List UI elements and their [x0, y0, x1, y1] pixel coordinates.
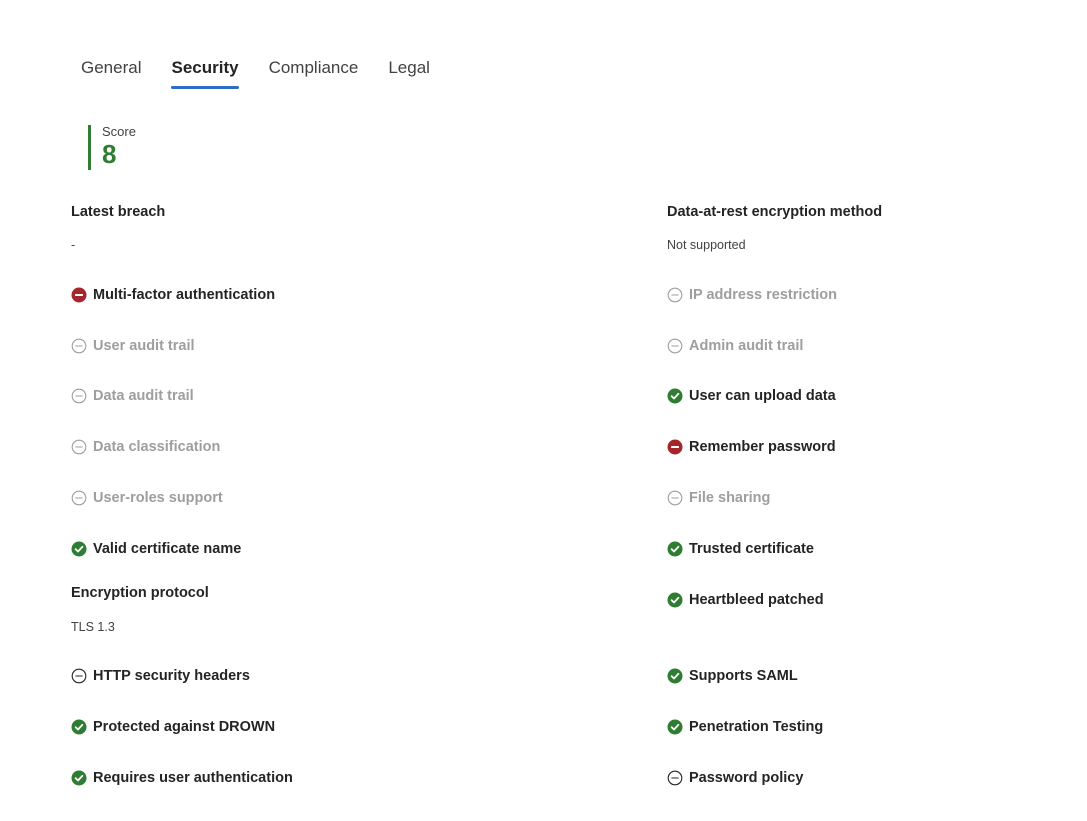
security-item-penetration-testing: Penetration Testing — [667, 719, 823, 735]
minus-circle-outline-icon — [71, 338, 87, 354]
security-item-label: Supports SAML — [689, 668, 798, 684]
security-item-label: User-roles support — [93, 490, 223, 506]
security-item-data-classification: Data classification — [71, 439, 220, 455]
minus-circle-filled-icon — [71, 287, 87, 303]
security-item-label: Protected against DROWN — [93, 719, 276, 735]
minus-circle-outline-icon — [71, 388, 87, 404]
check-circle-icon — [71, 541, 87, 557]
check-circle-icon — [667, 592, 683, 608]
security-item-http-security-headers: HTTP security headers — [71, 668, 250, 684]
security-item-label: Data audit trail — [93, 388, 194, 404]
security-item-label: Data classification — [93, 439, 221, 455]
security-item-remember-password: Remember password — [667, 439, 836, 455]
security-item-label: Valid certificate name — [93, 541, 242, 557]
security-item-valid-certificate-name: Valid certificate name — [71, 541, 241, 557]
check-circle-icon — [71, 770, 87, 786]
check-circle-icon — [667, 668, 683, 684]
security-item-label: HTTP security headers — [93, 668, 250, 684]
security-item-file-sharing: File sharing — [667, 490, 770, 506]
check-circle-icon — [667, 719, 683, 735]
latest-breach-value: - — [71, 238, 76, 252]
minus-circle-filled-icon — [667, 439, 683, 455]
security-item-user-audit-trail: User audit trail — [71, 338, 195, 354]
security-item-password-policy: Password policy — [667, 770, 803, 786]
score-value: 8 — [102, 139, 117, 169]
security-item-user-can-upload-data: User can upload data — [667, 388, 836, 404]
security-item-label: IP address restriction — [689, 287, 838, 303]
check-circle-icon — [667, 388, 683, 404]
tab-legal[interactable]: Legal — [388, 58, 430, 89]
security-item-user-roles-support: User-roles support — [71, 490, 223, 506]
security-item-label: Requires user authentication — [93, 770, 293, 786]
tab-security[interactable]: Security — [171, 58, 239, 89]
check-circle-icon — [71, 719, 87, 735]
security-item-label: Trusted certificate — [689, 541, 814, 557]
check-circle-icon — [667, 541, 683, 557]
security-item-label: User audit trail — [93, 338, 195, 354]
security-item-requires-user-authentication: Requires user authentication — [71, 770, 293, 786]
security-item-label: Remember password — [689, 439, 836, 455]
security-item-label: User can upload data — [689, 388, 836, 404]
security-item-label: Heartbleed patched — [689, 592, 824, 608]
score-card: Score 8 — [88, 125, 136, 170]
security-item-label: Penetration Testing — [689, 719, 824, 735]
score-label: Score — [102, 124, 136, 139]
security-item-label: File sharing — [689, 490, 771, 506]
tab-compliance[interactable]: Compliance — [269, 58, 359, 89]
minus-circle-outline-icon — [667, 287, 683, 303]
minus-circle-outline-icon — [71, 439, 87, 455]
security-item-label: Admin audit trail — [689, 338, 804, 354]
security-item-heartbleed-patched: Heartbleed patched — [667, 592, 824, 608]
security-item-ip-address-restriction: IP address restriction — [667, 287, 837, 303]
security-item-trusted-certificate: Trusted certificate — [667, 541, 814, 557]
tab-general[interactable]: General — [81, 58, 141, 89]
minus-circle-outline-icon — [71, 490, 87, 506]
security-item-multi-factor-authentication: Multi-factor authentication — [71, 287, 275, 303]
encryption-protocol-value: TLS 1.3 — [71, 620, 115, 634]
minus-circle-outline-icon — [71, 668, 87, 684]
latest-breach-label: Latest breach — [71, 204, 166, 220]
minus-circle-outline-icon — [667, 770, 683, 786]
encryption-protocol-label: Encryption protocol — [71, 585, 209, 601]
minus-circle-outline-icon — [667, 338, 683, 354]
security-item-protected-against-drown: Protected against DROWN — [71, 719, 275, 735]
tab-bar: General Security Compliance Legal — [81, 58, 460, 89]
security-item-label: Multi-factor authentication — [93, 287, 276, 303]
minus-circle-outline-icon — [667, 490, 683, 506]
data-at-rest-value: Not supported — [667, 238, 746, 252]
security-item-admin-audit-trail: Admin audit trail — [667, 338, 803, 354]
data-at-rest-label: Data-at-rest encryption method — [667, 204, 883, 220]
security-item-label: Password policy — [689, 770, 804, 786]
security-item-data-audit-trail: Data audit trail — [71, 388, 194, 404]
security-item-supports-saml: Supports SAML — [667, 668, 798, 684]
